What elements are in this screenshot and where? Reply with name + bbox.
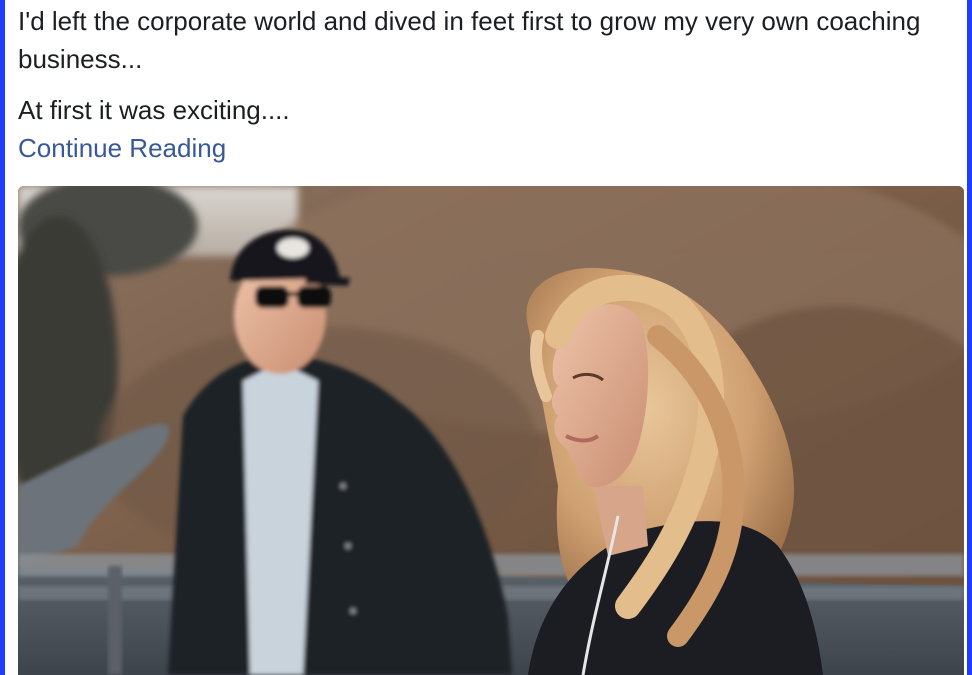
continue-reading-link[interactable]: Continue Reading <box>18 129 226 167</box>
post-paragraph-2: At first it was exciting.... <box>18 95 290 125</box>
post-photo[interactable] <box>18 186 964 675</box>
post-paragraph-1: I'd left the corporate world and dived i… <box>18 6 921 74</box>
post-frame: I'd left the corporate world and dived i… <box>0 0 972 675</box>
photo-illustration <box>18 186 964 675</box>
